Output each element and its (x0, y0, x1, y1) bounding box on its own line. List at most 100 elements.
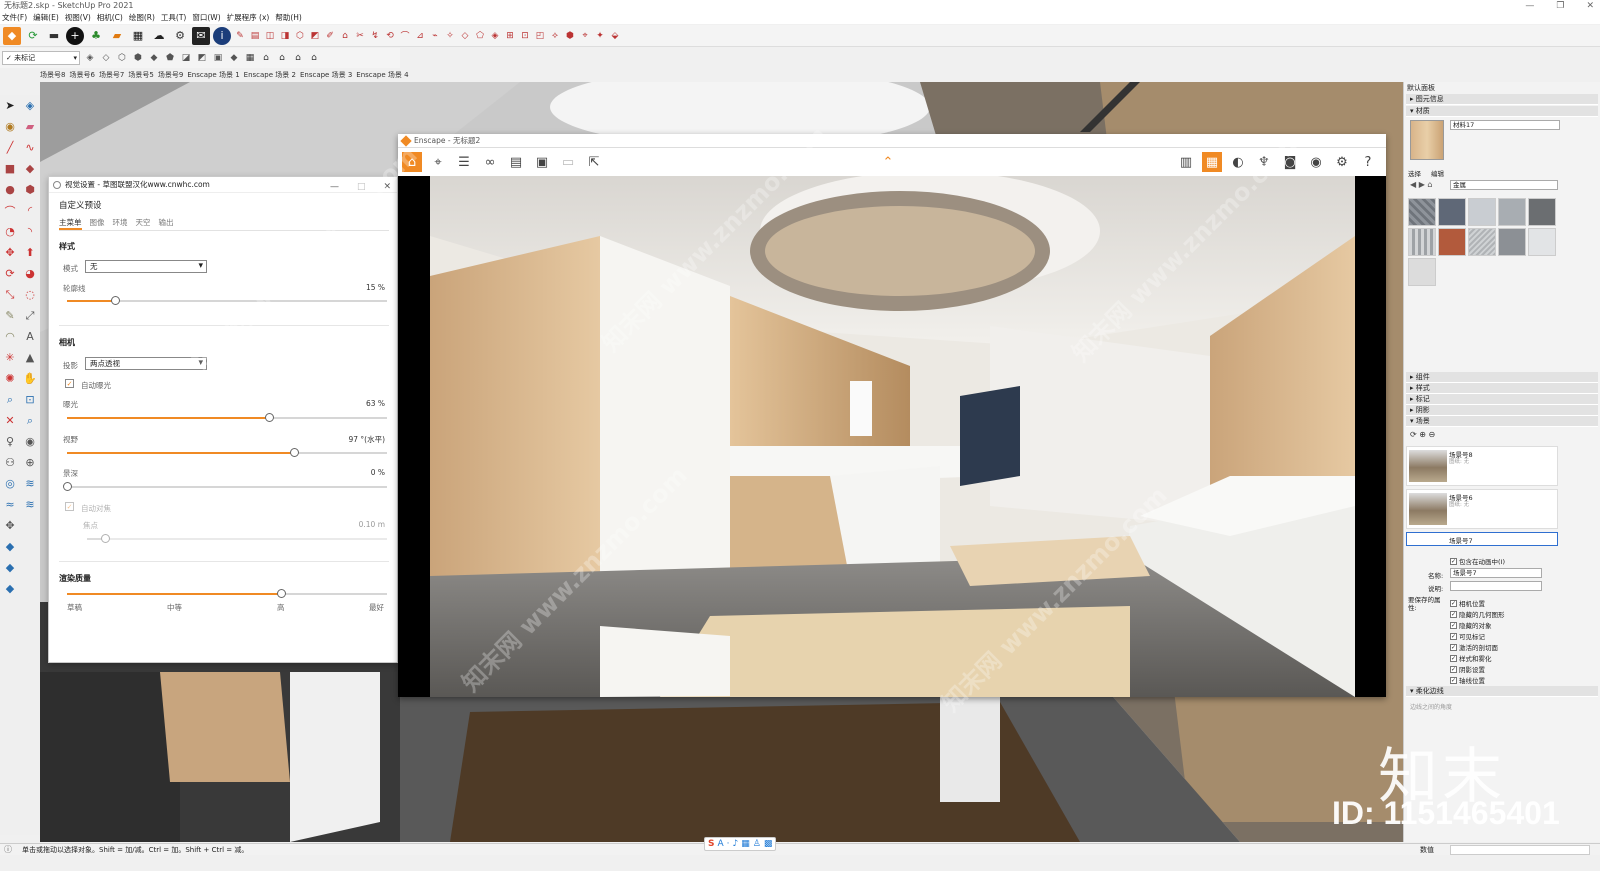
3d-text-icon[interactable]: ▲ (23, 350, 38, 365)
offset-icon[interactable]: ◌ (23, 287, 38, 302)
settings-icon[interactable]: ⚙ (171, 27, 189, 45)
info-icon[interactable]: i (213, 26, 231, 45)
exposure-slider[interactable] (67, 413, 387, 422)
tool-icon[interactable]: ✎ (234, 29, 246, 43)
chevron-up-icon[interactable]: ⌃ (878, 152, 898, 172)
freehand-icon[interactable]: ∿ (23, 140, 38, 155)
polygon-icon[interactable]: ⬢ (23, 182, 38, 197)
cube-icon[interactable]: ◆ (3, 581, 18, 596)
cube-icon[interactable]: ⬡ (116, 51, 128, 65)
rectangle-icon[interactable]: ■ (3, 161, 18, 176)
zoom-icon[interactable]: ⌕ (3, 392, 18, 407)
tool-icon[interactable]: ◫ (264, 29, 276, 43)
prop-checkbox[interactable]: ✓ 激活的剖切面 (1450, 642, 1498, 652)
styles-header[interactable]: ▸ 样式 (1406, 383, 1598, 394)
sogou-icon[interactable]: S (708, 839, 714, 849)
tool-icon[interactable]: ◈ (489, 29, 501, 43)
mode-dropdown[interactable]: 无 (85, 260, 207, 273)
material-swatch[interactable] (1468, 198, 1496, 226)
follow-me-icon[interactable]: ◕ (23, 266, 38, 281)
material-swatch[interactable] (1498, 198, 1526, 226)
house-icon[interactable]: ⌂ (276, 51, 288, 65)
sandbox-icon[interactable]: ◎ (3, 476, 18, 491)
arc-icon[interactable]: ⌒ (3, 203, 18, 218)
shadows-header[interactable]: ▸ 阴影 (1406, 405, 1598, 416)
menu-tools[interactable]: 工具(T) (161, 12, 186, 24)
maximize-button[interactable]: ❐ (1556, 0, 1564, 12)
help-icon[interactable]: ? (1358, 152, 1378, 172)
scene-item-selected[interactable]: 场景号7 (1406, 532, 1558, 546)
quality-slider[interactable] (67, 589, 387, 598)
scene-tab[interactable]: 场景号5 (128, 69, 153, 81)
prop-checkbox[interactable]: ✓ 相机位置 (1450, 598, 1485, 608)
line-icon[interactable]: ╱ (3, 140, 18, 155)
nav-arrows-icon[interactable]: ◀ ▶ ⌂ (1410, 180, 1432, 189)
orbit-icon[interactable]: ✺ (3, 371, 18, 386)
measurements-input[interactable] (1450, 845, 1590, 855)
ime-mode-icon[interactable]: A (717, 839, 723, 849)
house-icon[interactable]: ⌂ (292, 51, 304, 65)
tool-icon[interactable]: ◰ (534, 29, 546, 43)
material-swatch[interactable] (1408, 258, 1436, 286)
tape-icon[interactable]: ✎ (3, 308, 18, 323)
prop-checkbox[interactable]: ✓ 隐藏的几何图形 (1450, 609, 1505, 619)
scene-tab[interactable]: Enscape 场景 4 (356, 69, 408, 81)
material-swatch[interactable] (1498, 228, 1526, 256)
tool-icon[interactable]: ◩ (309, 29, 321, 43)
arc2-icon[interactable]: ◜ (23, 203, 38, 218)
cube-icon[interactable]: ◇ (100, 51, 112, 65)
scene-item[interactable]: 场景号6 图纸: 无 (1406, 489, 1558, 529)
material-name-input[interactable]: 材料17 (1450, 120, 1560, 130)
menu-help[interactable]: 帮助(H) (275, 12, 302, 24)
material-library-select[interactable]: 金属 (1450, 180, 1558, 190)
close-button[interactable]: ✕ (1586, 0, 1594, 12)
select-icon[interactable]: ➤ (3, 98, 18, 113)
tool-icon[interactable]: ✧ (444, 29, 456, 43)
menu-draw[interactable]: 绘图(R) (129, 12, 155, 24)
menu-camera[interactable]: 相机(C) (97, 12, 123, 24)
entity-info-header[interactable]: ▸ 图元信息 (1406, 94, 1598, 105)
punct-icon[interactable]: · (727, 839, 730, 849)
outline-slider[interactable] (67, 296, 387, 305)
camera-icon[interactable]: ▦ (244, 51, 256, 65)
protractor-icon[interactable]: ◠ (3, 329, 18, 344)
settings-gear-icon[interactable]: ⚙ (1332, 152, 1352, 172)
scene-tab[interactable]: Enscape 场景 1 (187, 69, 239, 81)
scene-item[interactable]: 场景号8 图纸: 无 (1406, 446, 1558, 486)
cube-icon[interactable]: ⬢ (132, 51, 144, 65)
scene-tab[interactable]: 场景号9 (158, 69, 183, 81)
pie-icon[interactable]: ◔ (3, 224, 18, 239)
components-header[interactable]: ▸ 组件 (1406, 372, 1598, 383)
zoom-extents-icon[interactable]: ✕ (3, 413, 18, 428)
tool-icon[interactable]: ◇ (459, 29, 471, 43)
cube-icon[interactable]: ◪ (180, 51, 192, 65)
zoom-prev-icon[interactable]: ⌕ (23, 413, 38, 428)
scenes-header[interactable]: ▾ 场景 (1406, 416, 1598, 427)
prop-checkbox[interactable]: ✓ 样式和雾化 (1450, 653, 1492, 663)
preset-name[interactable]: 自定义预设 (59, 199, 102, 211)
tool-icon[interactable]: ⬠ (474, 29, 486, 43)
menu-view[interactable]: 视图(V) (65, 12, 91, 24)
refresh-icon[interactable]: ⟳ (24, 27, 42, 45)
visibility-icon[interactable]: ◉ (1306, 152, 1326, 172)
tool-icon[interactable]: ⌁ (429, 29, 441, 43)
minimize-button[interactable]: — (330, 179, 339, 195)
tool-icon[interactable]: ✂ (354, 29, 366, 43)
add-plugin-icon[interactable]: + (66, 26, 84, 45)
scene-tab[interactable]: 场景号6 (69, 69, 94, 81)
cloud-icon[interactable]: ☁ (150, 27, 168, 45)
menu-window[interactable]: 窗口(W) (192, 12, 220, 24)
move-icon[interactable]: ✥ (3, 245, 18, 260)
sandbox2-icon[interactable]: ≋ (23, 476, 38, 491)
cube-icon[interactable]: ◩ (196, 51, 208, 65)
enscape-start-icon[interactable]: ◆ (3, 26, 21, 45)
auto-exposure-checkbox[interactable]: ✓ (65, 379, 74, 388)
tab-sky[interactable]: 天空 (136, 217, 151, 230)
sync-views-icon[interactable]: ▬ (45, 27, 63, 45)
look-around-icon[interactable]: ◉ (23, 434, 38, 449)
tool-icon[interactable]: ⬙ (609, 29, 621, 43)
scene-name-input[interactable]: 场景号7 (1450, 568, 1542, 578)
tab-edit[interactable]: 编辑 (1431, 168, 1444, 178)
export-icon[interactable]: ⇱ (584, 152, 604, 172)
section-plane-icon[interactable]: ⊕ (23, 455, 38, 470)
